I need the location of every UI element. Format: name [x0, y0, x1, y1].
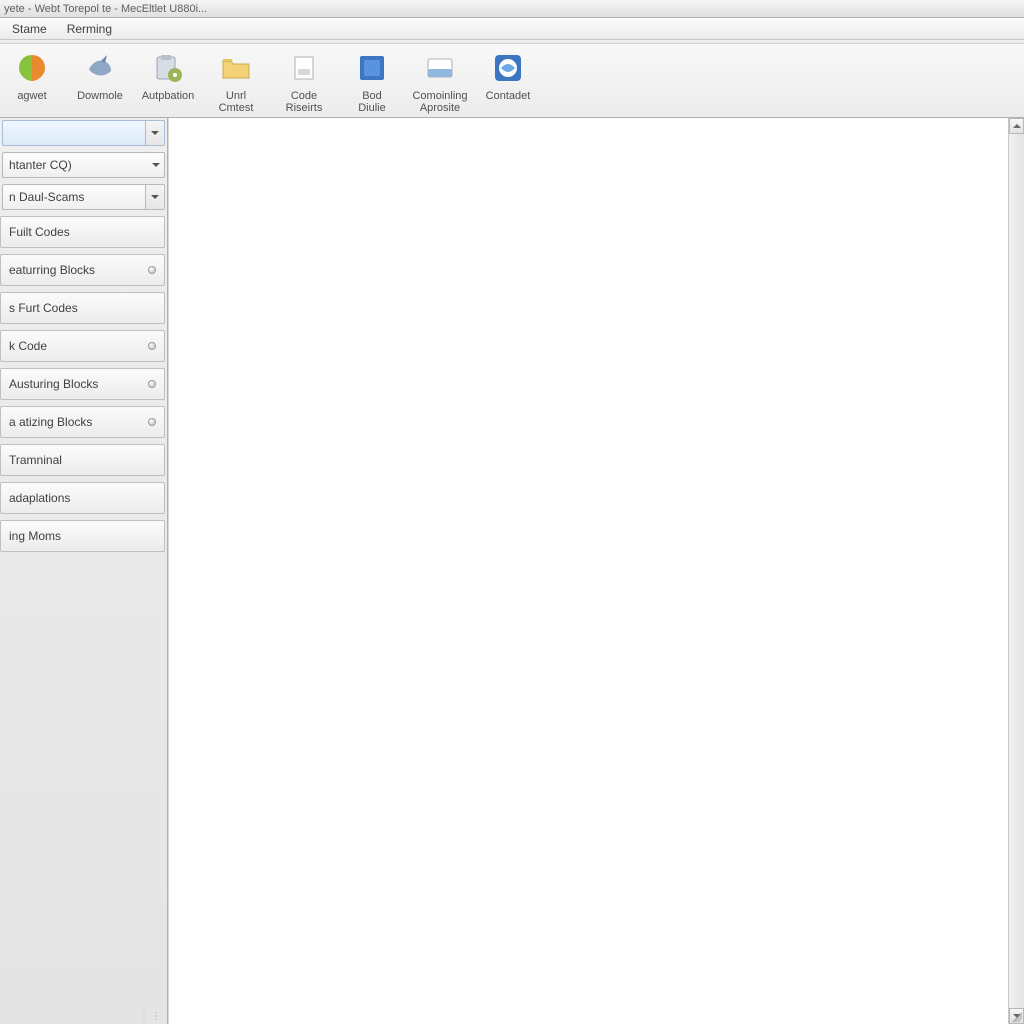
- clipboard-gear-icon: [150, 50, 186, 86]
- sidebar-item-label: s Furt Codes: [9, 301, 78, 315]
- title-text: yete - Webt Torepol te - MecEltlet U880i…: [4, 3, 207, 15]
- bird-icon: [82, 50, 118, 86]
- spacer: [0, 558, 167, 1005]
- toolbar-label: agwet: [17, 90, 46, 102]
- toolbar-btn-comoinling[interactable]: Comoinling Aprosite: [410, 46, 470, 116]
- status-dot-icon: [148, 418, 156, 426]
- menu-stame[interactable]: Stame: [2, 19, 57, 39]
- chevron-down-icon: [152, 163, 160, 167]
- toolbar-label: Code: [291, 90, 317, 102]
- combo-htanter[interactable]: htanter CQ): [2, 152, 165, 178]
- menu-bar: Stame Rerming: [0, 18, 1024, 40]
- toolbar-label: Autpbation: [142, 90, 195, 102]
- chevron-up-icon: [1013, 124, 1021, 128]
- sidebar-item-label: Fuilt Codes: [9, 225, 70, 239]
- sidebar-item-furt-codes[interactable]: s Furt Codes: [0, 292, 165, 324]
- chevron-down-icon: [145, 185, 163, 209]
- body-area: htanter CQ) n Daul-Scams Fuilt Codes eat…: [0, 118, 1024, 1024]
- vertical-scrollbar[interactable]: [1008, 118, 1024, 1024]
- sidebar-item-label: ing Moms: [9, 529, 61, 543]
- status-dot-icon: [148, 342, 156, 350]
- sidebar-item-label: eaturring Blocks: [9, 263, 95, 277]
- combo-value: htanter CQ): [9, 158, 72, 172]
- app-window: yete - Webt Torepol te - MecEltlet U880i…: [0, 0, 1024, 1024]
- toolbar-label: Bod: [362, 90, 382, 102]
- sidebar-resize-grip-icon[interactable]: ⋮⋮: [0, 1011, 167, 1024]
- toolbar-btn-unrl[interactable]: Unrl Cmtest: [206, 46, 266, 116]
- toolbar-btn-bod[interactable]: Bod Diulie: [342, 46, 402, 116]
- folder-icon: [218, 50, 254, 86]
- toolbar-btn-code[interactable]: Code Riseirts: [274, 46, 334, 116]
- toolbar-label: Comoinling: [412, 90, 467, 102]
- content-area: [168, 118, 1024, 1024]
- globe-icon: [490, 50, 526, 86]
- combo-daul-scams[interactable]: n Daul-Scams: [2, 184, 165, 210]
- sidebar-item-eaturring-blocks[interactable]: eaturring Blocks: [0, 254, 165, 286]
- document-icon: [286, 50, 322, 86]
- toolbar: agwet Dowmole Autpbation Unrl Cmtest: [0, 44, 1024, 118]
- combo-value: n Daul-Scams: [9, 190, 84, 204]
- sidebar-item-label: adaplations: [9, 491, 70, 505]
- status-dot-icon: [148, 380, 156, 388]
- combo-selector-top[interactable]: [2, 120, 165, 146]
- toolbar-label2: Cmtest: [219, 102, 254, 114]
- sidebar-item-label: a atizing Blocks: [9, 415, 92, 429]
- sidebar: htanter CQ) n Daul-Scams Fuilt Codes eat…: [0, 118, 168, 1024]
- window-resize-grip-icon[interactable]: [1010, 1010, 1022, 1022]
- sidebar-item-ing-moms[interactable]: ing Moms: [0, 520, 165, 552]
- scroll-up-button[interactable]: [1009, 118, 1024, 134]
- sidebar-item-label: Tramninal: [9, 453, 62, 467]
- sidebar-item-label: k Code: [9, 339, 47, 353]
- title-bar: yete - Webt Torepol te - MecEltlet U880i…: [0, 0, 1024, 18]
- sidebar-item-tramninal[interactable]: Tramninal: [0, 444, 165, 476]
- blue-tile-icon: [354, 50, 390, 86]
- status-dot-icon: [148, 266, 156, 274]
- toolbar-label2: Diulie: [358, 102, 386, 114]
- toolbar-label2: Riseirts: [286, 102, 323, 114]
- toolbar-btn-agwet[interactable]: agwet: [2, 46, 62, 116]
- toolbar-label2: Aprosite: [420, 102, 460, 114]
- menu-rerming[interactable]: Rerming: [57, 19, 122, 39]
- toolbar-label: Unrl: [226, 90, 246, 102]
- sidebar-item-austuring-blocks[interactable]: Austuring Blocks: [0, 368, 165, 400]
- toolbar-btn-autpbation[interactable]: Autpbation: [138, 46, 198, 116]
- chevron-down-icon: [145, 121, 163, 145]
- sidebar-item-atizing-blocks[interactable]: a atizing Blocks: [0, 406, 165, 438]
- toolbar-btn-contadet[interactable]: Contadet: [478, 46, 538, 116]
- card-icon: [422, 50, 458, 86]
- sidebar-item-k-code[interactable]: k Code: [0, 330, 165, 362]
- sidebar-item-fuilt-codes[interactable]: Fuilt Codes: [0, 216, 165, 248]
- toolbar-label: Dowmole: [77, 90, 123, 102]
- sidebar-item-label: Austuring Blocks: [9, 377, 98, 391]
- toolbar-btn-dowmole[interactable]: Dowmole: [70, 46, 130, 116]
- toolbar-label: Contadet: [486, 90, 531, 102]
- leaf-icon: [14, 50, 50, 86]
- sidebar-item-adaplations[interactable]: adaplations: [0, 482, 165, 514]
